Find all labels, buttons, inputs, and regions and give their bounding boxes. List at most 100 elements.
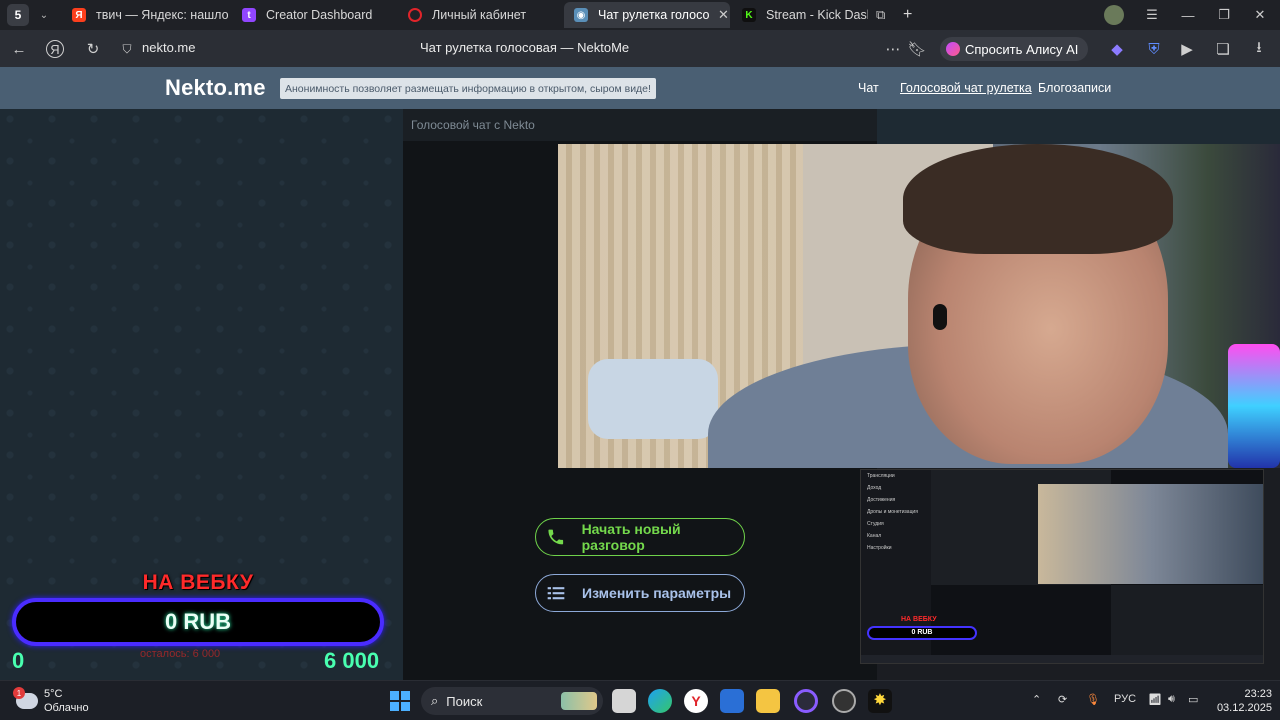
weather-widget[interactable]: 1 5°C Облачно (13, 687, 89, 715)
yandex-icon: Я (72, 8, 86, 22)
ask-alice-button[interactable]: Спросить Алису AI (940, 37, 1089, 61)
alice-icon (946, 42, 960, 56)
phone-icon (548, 529, 564, 545)
close-icon[interactable]: ✕ (718, 7, 729, 23)
app-icon[interactable] (832, 689, 856, 713)
preview-taskbar (861, 655, 1263, 663)
url-field[interactable]: nekto.me (142, 40, 195, 55)
download-icon[interactable]: ⭳ (1248, 38, 1270, 60)
preview-side-item: Дропы и монетизация (867, 509, 918, 515)
tab-count-badge[interactable]: 5 (7, 4, 29, 26)
donation-goal-title: НА ВЕБКУ (142, 571, 254, 594)
browser-tab-strip: 5 ⌄ Я твич — Яндекс: нашлось 6 t Creator… (0, 0, 1280, 30)
collections-icon[interactable]: ❏ (1212, 38, 1234, 60)
share-icon[interactable]: ⧉ (876, 7, 885, 23)
kick-icon: K (742, 8, 756, 22)
search-icon: ⌕ (431, 693, 439, 708)
yandex-browser-icon[interactable]: Y (684, 689, 708, 713)
vpn-icon[interactable]: ⛨ (1143, 38, 1165, 60)
close-window-icon[interactable]: ✕ (1242, 0, 1278, 30)
site-header: Nekto.me Анонимность позволяет размещать… (0, 67, 1280, 109)
tab-nekto[interactable]: ◉ Чат рулетка голосовая ✕ (564, 2, 730, 28)
preview-side-item: Достижения (867, 497, 896, 503)
microphone-icon[interactable]: 🎙︎ (1086, 693, 1100, 706)
preview-donation-bar: 0 RUB (867, 626, 977, 640)
obs-icon[interactable] (794, 689, 818, 713)
page-title: Чат рулетка голосовая — NektoMe (420, 40, 630, 55)
change-params-button[interactable]: Изменить параметры (535, 574, 745, 612)
play-icon[interactable]: ▶ (1176, 38, 1198, 60)
nav-voice-roulette[interactable]: Голосовой чат рулетка (900, 81, 1032, 95)
rgb-light (1228, 344, 1280, 468)
yandex-home-icon[interactable]: Я (46, 40, 64, 58)
bookmark-icon[interactable]: 🔖︎ (906, 38, 928, 60)
address-bar: ← Я ↻ ⛉ nekto.me Чат рулетка голосовая —… (0, 30, 1280, 67)
tab-label: твич — Яндекс: нашлось 6 (96, 8, 228, 22)
menu-icon[interactable]: ☰ (1134, 0, 1170, 30)
preview-donation-title: НА ВЕБКУ (901, 616, 937, 623)
wifi-icon[interactable]: 📶︎ (1148, 693, 1162, 706)
edge-icon[interactable] (648, 689, 672, 713)
tab-label: Stream - Kick Dashb (766, 8, 868, 22)
sync-icon[interactable]: ⟳ (1058, 693, 1067, 706)
maximize-icon[interactable]: ❐ (1206, 0, 1242, 30)
system-clock[interactable]: 23:23 03.12.2025 (1212, 687, 1272, 715)
taskbar-search[interactable]: ⌕ Поиск (421, 687, 603, 715)
back-icon[interactable]: ← (8, 38, 30, 60)
preview-side-item: Студия (867, 521, 884, 527)
hair (903, 144, 1173, 254)
store-icon[interactable] (720, 689, 744, 713)
change-params-label: Изменить параметры (582, 585, 732, 601)
background-pattern-right (877, 109, 1280, 144)
site-logo[interactable]: Nekto.me (165, 75, 266, 101)
new-tab-button[interactable]: + (894, 2, 926, 28)
preview-side-item: Доход (867, 485, 882, 491)
tab-twitch[interactable]: t Creator Dashboard (232, 2, 392, 28)
start-new-chat-button[interactable]: Начать новый разговор (535, 518, 745, 556)
donation-current: 0 RUB (164, 609, 231, 634)
cloud-icon: 1 (13, 687, 38, 709)
clock-time: 23:23 (1244, 688, 1272, 700)
donation-max: 6 000 (324, 648, 380, 673)
webcam-video (558, 144, 1280, 468)
preview-side-item: Настройки (867, 545, 892, 551)
clock-date: 03.12.2025 (1216, 702, 1272, 714)
sliders-icon (547, 587, 565, 600)
site-slogan: Анонимность позволяет размещать информац… (280, 78, 656, 99)
search-placeholder: Поиск (446, 693, 483, 709)
minimize-icon[interactable]: — (1170, 0, 1206, 30)
stream-preview: Трансляции Доход Достижения Дропы и моне… (860, 469, 1264, 664)
earbud-icon (933, 304, 947, 330)
more-icon[interactable]: ⋯ (882, 38, 904, 60)
shield-icon[interactable]: ⛉ (116, 38, 138, 60)
chat-header: Голосовой чат с Nekto (403, 109, 877, 141)
profile-avatar[interactable] (1096, 0, 1132, 30)
alice-label: Спросить Алису AI (965, 41, 1079, 57)
preview-side-item: Канал (867, 533, 882, 539)
twitch-icon: t (242, 8, 256, 22)
task-view-icon[interactable] (612, 689, 636, 713)
battery-icon[interactable]: ▭ (1188, 693, 1198, 706)
preview-side-item: Трансляции (867, 473, 895, 479)
preview-webcam (1038, 484, 1263, 584)
reload-icon[interactable]: ↻ (82, 38, 104, 60)
language-indicator[interactable]: РУС (1114, 693, 1136, 705)
temperature: 5°C (44, 688, 63, 700)
explorer-icon[interactable] (756, 689, 780, 713)
nav-chat[interactable]: Чат (858, 81, 879, 95)
opera-icon (408, 8, 422, 22)
tab-kick[interactable]: K Stream - Kick Dashb ⧉ (732, 2, 890, 28)
chevron-down-icon[interactable]: ⌄ (35, 10, 53, 21)
nekto-icon: ◉ (574, 8, 588, 22)
tab-yandex[interactable]: Я твич — Яндекс: нашлось 6 (62, 2, 228, 28)
tab-cabinet[interactable]: Личный кабинет (398, 2, 558, 28)
tab-label: Личный кабинет (432, 8, 527, 22)
weather-badge: 1 (13, 687, 25, 699)
volume-icon[interactable]: 🔊︎ (1168, 693, 1175, 706)
tray-expand-icon[interactable]: ⌃ (1032, 693, 1041, 706)
start-button[interactable] (390, 691, 410, 711)
gamepad-icon[interactable]: ◆ (1106, 38, 1128, 60)
nav-blog[interactable]: Блогозаписи (1038, 81, 1111, 95)
donation-remaining: осталось: 6 000 (140, 648, 221, 660)
sun-app-icon[interactable]: ✸ (868, 689, 892, 713)
